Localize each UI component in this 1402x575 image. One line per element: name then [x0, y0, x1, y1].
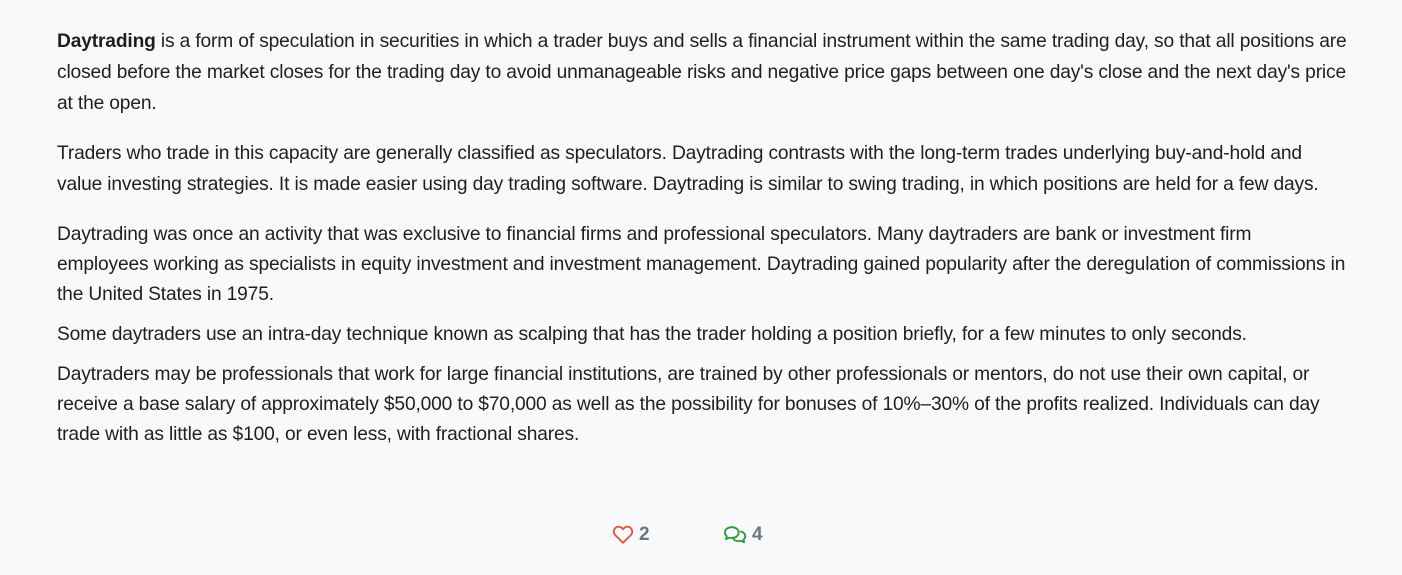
paragraph-history: Daytrading was once an activity that was… — [57, 224, 1346, 306]
heart-icon — [612, 524, 634, 546]
comments-button[interactable]: 4 — [723, 522, 763, 548]
paragraph-scalping: Some daytraders use an intra-day techniq… — [57, 324, 1247, 346]
like-button[interactable]: 2 — [612, 522, 650, 548]
like-count: 2 — [639, 524, 650, 545]
comments-icon — [723, 524, 747, 546]
post-actions: 2 4 — [0, 522, 1402, 548]
paragraph-intro: Daytrading is a form of speculation in s… — [57, 27, 1347, 119]
lead-term: Daytrading — [57, 31, 156, 52]
article-body: Daytrading is a form of speculation in s… — [57, 27, 1347, 450]
paragraph-professionals: Daytraders may be professionals that wor… — [57, 364, 1320, 446]
paragraph-speculators: Traders who trade in this capacity are g… — [57, 142, 1319, 195]
paragraph-intro-text: is a form of speculation in securities i… — [57, 31, 1347, 114]
comment-count: 4 — [752, 524, 763, 545]
